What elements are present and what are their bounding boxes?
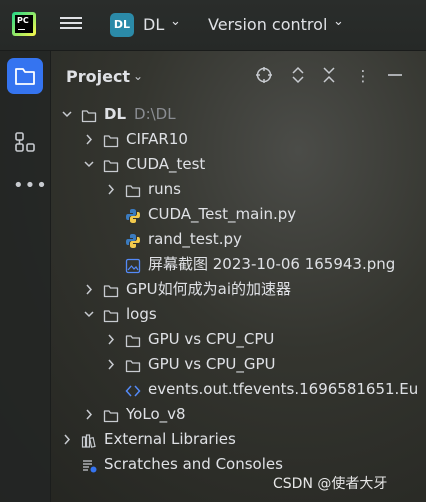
tree-item[interactable]: YoLo_v8 (51, 402, 426, 427)
folder-icon (103, 307, 119, 323)
folder-icon (81, 107, 97, 123)
tree-item-label: Scratches and Consoles (104, 455, 283, 473)
tree-item[interactable]: GPU如何成为ai的加速器 (51, 277, 426, 302)
folder-icon (125, 357, 141, 373)
version-control-menu[interactable]: Version control (208, 15, 327, 34)
project-panel-header: Project ⌄ ⋮ (51, 51, 426, 101)
project-badge[interactable]: DL (110, 13, 134, 37)
collapse-all-icon[interactable] (318, 65, 340, 87)
tree-item[interactable]: GPU vs CPU_GPU (51, 352, 426, 377)
project-name[interactable]: DL (143, 15, 164, 34)
tree-item[interactable]: GPU vs CPU_CPU (51, 327, 426, 352)
tree-item-label: rand_test.py (148, 230, 242, 248)
tree-item-label: 屏幕截图 2023-10-06 165943.png (148, 255, 396, 273)
folder-icon (125, 332, 141, 348)
tree-item-label: External Libraries (104, 430, 236, 448)
folder-icon (103, 282, 119, 298)
panel-title[interactable]: Project (66, 67, 130, 86)
expand-all-icon[interactable] (287, 65, 309, 87)
folder-icon (125, 182, 141, 198)
tree-item-path: D:\DL (134, 105, 176, 123)
more-icon[interactable]: ••• (13, 175, 48, 196)
python-file-icon (125, 232, 141, 248)
tree-item[interactable]: events.out.tfevents.1696581651.Eu (51, 377, 426, 402)
library-icon (81, 432, 97, 448)
project-tool-button[interactable] (7, 58, 43, 94)
scratches-icon (81, 457, 97, 473)
tree-item-label: runs (148, 180, 181, 198)
tree-item-label: GPU vs CPU_GPU (148, 355, 276, 373)
folder-icon (103, 407, 119, 423)
folder-icon (103, 132, 119, 148)
chevron-down-icon[interactable]: ⌄ (333, 14, 344, 29)
tree-item-label: events.out.tfevents.1696581651.Eu (148, 380, 419, 398)
code-file-icon (125, 382, 141, 398)
tree-item[interactable]: logs (51, 302, 426, 327)
tree-item-label: GPU vs CPU_CPU (148, 330, 275, 348)
tree-item-label: YoLo_v8 (126, 405, 186, 423)
tree-item[interactable]: CUDA_Test_main.py (51, 202, 426, 227)
hide-icon[interactable] (384, 65, 406, 87)
pycharm-logo-icon[interactable]: PC (12, 12, 36, 36)
chevron-down-icon[interactable]: ⌄ (133, 69, 143, 83)
chevron-down-icon[interactable]: ⌄ (170, 14, 181, 29)
tree-item-label: CUDA_Test_main.py (148, 205, 297, 223)
structure-icon[interactable] (13, 130, 37, 154)
tree-item[interactable]: rand_test.py (51, 227, 426, 252)
tree-item-label: CIFAR10 (126, 130, 188, 148)
folder-icon (103, 157, 119, 173)
tree-item[interactable]: CIFAR10 (51, 127, 426, 152)
tree-item[interactable]: DL D:\DL (51, 102, 426, 127)
tree-item[interactable]: External Libraries (51, 427, 426, 452)
python-file-icon (125, 207, 141, 223)
tree-item[interactable]: 屏幕截图 2023-10-06 165943.png (51, 252, 426, 277)
tree-item-label: GPU如何成为ai的加速器 (126, 280, 292, 298)
tree-item-label: CUDA_test (126, 155, 206, 173)
tree-item[interactable]: CUDA_test (51, 152, 426, 177)
image-file-icon (125, 257, 141, 274)
options-icon[interactable]: ⋮ (352, 65, 374, 87)
main-menu-icon[interactable] (60, 14, 82, 34)
tree-item[interactable]: runs (51, 177, 426, 202)
tree-item-label: DL D:\DL (104, 105, 176, 123)
main-toolbar: PC DL DL ⌄ Version control ⌄ (0, 0, 426, 51)
folder-icon (15, 68, 35, 85)
tool-window-stripe: ••• (0, 51, 51, 502)
tree-item-label: logs (126, 305, 157, 323)
locate-icon[interactable] (253, 65, 275, 87)
watermark: CSDN @使者大牙 (273, 476, 388, 492)
